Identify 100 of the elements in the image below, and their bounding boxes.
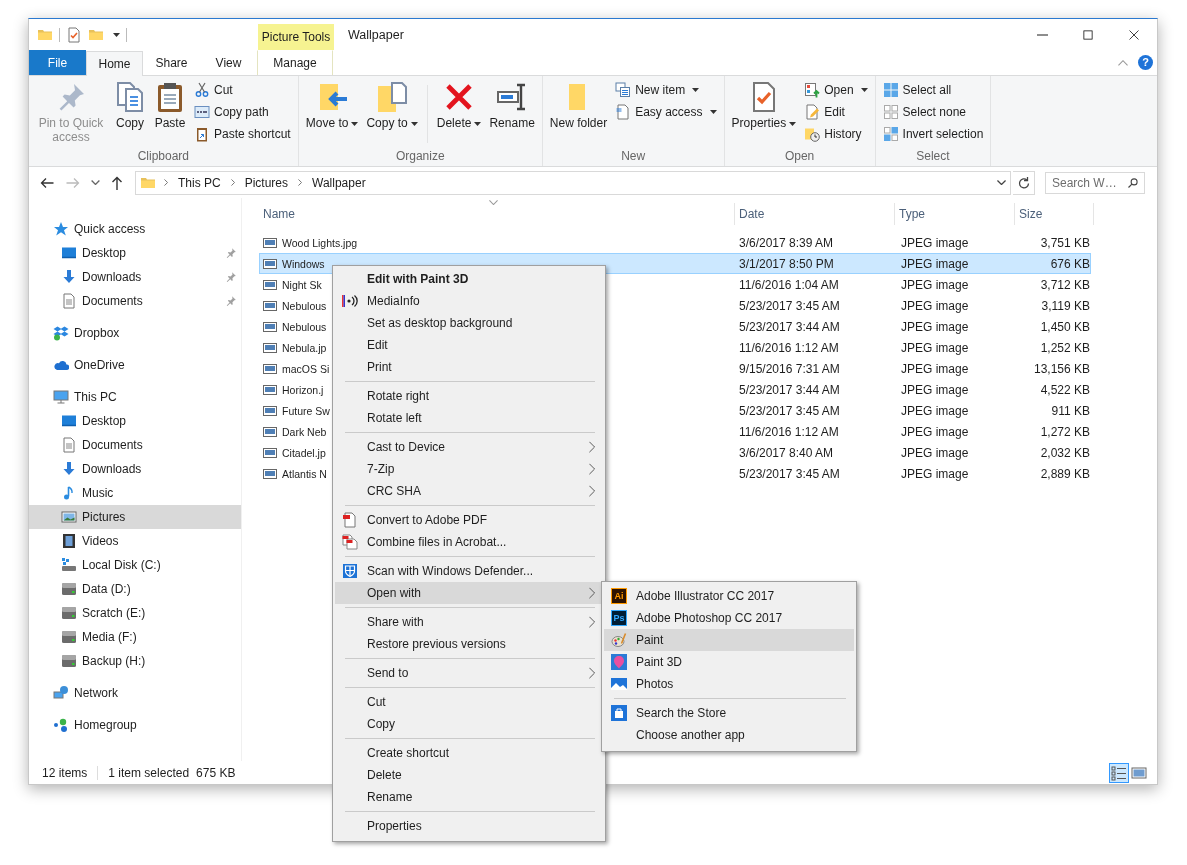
size-cell-text: 3,712 KB (1039, 277, 1090, 292)
ribbon-button[interactable]: Copy to (363, 79, 421, 132)
menu-item[interactable]: Rename (335, 786, 603, 808)
address-bar[interactable]: This PC Pictures Wallpaper (135, 170, 1011, 195)
menu-item[interactable]: Print (335, 356, 603, 378)
nav-item[interactable]: Data (D:) (29, 577, 241, 601)
ribbon-button[interactable]: Edit (801, 101, 871, 123)
menu-item[interactable]: Paint 3D (604, 651, 854, 673)
ribbon-button[interactable]: Properties (728, 79, 800, 132)
nav-item[interactable]: Downloads (29, 457, 241, 481)
menu-item[interactable]: Set as desktop background (335, 312, 603, 334)
search-field[interactable]: Search W… (1045, 171, 1145, 194)
column-header[interactable]: Date (735, 203, 895, 225)
nav-item[interactable]: Documents (29, 289, 241, 313)
ribbon-button[interactable]: Rename (486, 79, 538, 132)
ribbon-button[interactable]: Copy path (191, 101, 294, 123)
ribbon-tab[interactable]: File (29, 50, 86, 75)
caret-icon (709, 110, 717, 114)
menu-item[interactable]: Create shortcut (335, 742, 603, 764)
ribbon-button[interactable]: History (801, 123, 871, 145)
nav-item[interactable]: Local Disk (C:) (29, 553, 241, 577)
nav-item[interactable]: Downloads (29, 265, 241, 289)
nav-item[interactable]: Homegroup (29, 713, 241, 737)
menu-item[interactable]: Cut (335, 691, 603, 713)
chevron-up-icon[interactable] (1118, 59, 1128, 66)
nav-item[interactable]: Videos (29, 529, 241, 553)
copy-icon (114, 81, 146, 113)
checked-document-icon[interactable] (66, 26, 82, 43)
ribbon-tab[interactable]: Share (143, 50, 200, 75)
menu-item[interactable]: Rotate left (335, 407, 603, 429)
ribbon-button[interactable]: Paste shortcut (191, 123, 294, 145)
nav-item[interactable]: Scratch (E:) (29, 601, 241, 625)
menu-item[interactable]: Properties (335, 815, 603, 837)
menu-item[interactable]: Send to (335, 662, 603, 684)
view-button[interactable] (1109, 762, 1129, 783)
menu-item[interactable]: Combine files in Acrobat... (335, 531, 603, 553)
nav-item[interactable]: Music (29, 481, 241, 505)
ribbon-button[interactable]: Open (801, 79, 871, 101)
nav-item[interactable]: Pictures (29, 505, 241, 529)
maximize-icon (1082, 28, 1094, 41)
menu-item[interactable]: Cast to Device (335, 436, 603, 458)
file-name: Future Sw (282, 404, 330, 417)
ribbon-button[interactable]: Copy (111, 79, 149, 132)
nav-item[interactable]: Desktop (29, 241, 241, 265)
menu-item[interactable]: CRC SHA (335, 480, 603, 502)
nav-item[interactable]: Quick access (29, 217, 241, 241)
nav-item[interactable]: Media (F:) (29, 625, 241, 649)
caret-icon[interactable] (113, 32, 120, 37)
help-button[interactable]: ? (1138, 55, 1153, 70)
nav-item[interactable]: Backup (H:) (29, 649, 241, 673)
menu-item[interactable]: Photos (604, 673, 854, 695)
select-none-icon (882, 104, 899, 120)
ribbon-button[interactable]: New item (612, 79, 720, 101)
close-icon (1128, 28, 1140, 41)
column-header[interactable]: Type (895, 203, 1015, 225)
column-header[interactable]: Name (259, 203, 735, 225)
ribbon-button[interactable]: Move to (302, 79, 362, 132)
drive-icon (61, 653, 77, 669)
nav-item[interactable]: Documents (29, 433, 241, 457)
menu-item[interactable]: Convert to Adobe PDF (335, 509, 603, 531)
breadcrumb[interactable]: Wallpaper (310, 175, 368, 190)
menu-item[interactable]: Copy (335, 713, 603, 735)
menu-item[interactable]: Edit (335, 334, 603, 356)
menu-item[interactable]: Open with (335, 582, 603, 604)
menu-item[interactable]: MediaInfo (335, 290, 603, 312)
ribbon-tab[interactable]: View (200, 50, 257, 75)
ribbon-button[interactable]: Paste (151, 79, 189, 132)
ribbon-button[interactable]: New folder (546, 79, 611, 132)
nav-item[interactable]: This PC (29, 385, 241, 409)
ribbon-button[interactable]: Cut (191, 79, 294, 101)
nav-item[interactable]: Dropbox (29, 321, 241, 345)
menu-item[interactable]: Delete (335, 764, 603, 786)
menu-item[interactable]: Choose another app (604, 724, 854, 746)
nav-item[interactable]: OneDrive (29, 353, 241, 377)
menu-item[interactable]: Ps Adobe Photoshop CC 2017 (604, 607, 854, 629)
nav-item[interactable]: Network (29, 681, 241, 705)
menu-item[interactable]: Rotate right (335, 385, 603, 407)
nav-item[interactable]: Desktop (29, 409, 241, 433)
shield-icon (342, 563, 358, 579)
ribbon-button[interactable]: Select all (879, 79, 987, 101)
menu-item[interactable]: Share with (335, 611, 603, 633)
column-header[interactable]: Size (1015, 203, 1094, 225)
type-cell-text: JPEG image (900, 466, 970, 481)
ribbon-button[interactable]: Select none (879, 101, 987, 123)
chevron-down-icon[interactable] (997, 180, 1006, 185)
ribbon-tab[interactable]: Home (86, 51, 143, 76)
breadcrumb[interactable]: Pictures (242, 175, 291, 190)
ribbon-button[interactable]: Delete (433, 79, 485, 132)
menu-item[interactable]: Ai Adobe Illustrator CC 2017 (604, 585, 854, 607)
menu-item[interactable]: Search the Store (604, 702, 854, 724)
ribbon-button[interactable]: Easy access (612, 101, 720, 123)
file-name: Windows (282, 257, 325, 270)
open-icon (804, 82, 821, 98)
menu-item[interactable]: Scan with Windows Defender... (335, 560, 603, 582)
refresh-button[interactable] (1013, 170, 1035, 195)
menu-item[interactable]: 7-Zip (335, 458, 603, 480)
menu-item[interactable]: Restore previous versions (335, 633, 603, 655)
breadcrumb[interactable]: This PC (176, 175, 223, 190)
menu-item[interactable]: Paint (604, 629, 854, 651)
ribbon-button[interactable]: Invert selection (879, 123, 987, 145)
